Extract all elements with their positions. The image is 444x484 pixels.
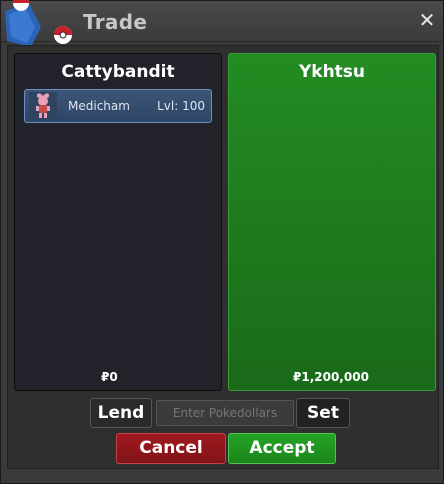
pokemon-level: Lvl: 100 (157, 99, 205, 113)
close-icon[interactable]: ✕ (417, 10, 437, 30)
right-player-name: Ykhtsu (298, 62, 366, 82)
right-money-amount: ₽1,200,000 (293, 370, 369, 384)
offered-pokemon-item[interactable]: Medicham Lvl: 100 (24, 89, 212, 123)
title-bar[interactable]: Trade ✕ (1, 0, 443, 47)
medicham-sprite-icon (29, 92, 57, 120)
left-money-amount: ₽0 (101, 370, 118, 384)
accept-button[interactable]: Accept (228, 433, 336, 464)
pokemon-name: Medicham (68, 99, 130, 113)
partner-offer-panel: Ykhtsu ₽1,200,000 (228, 53, 436, 391)
set-button[interactable]: Set (296, 398, 350, 428)
lend-button[interactable]: Lend (90, 398, 152, 428)
trade-window: Trade ✕ Cattybandit Medicham Lvl: 100 ₽0… (0, 0, 444, 484)
pokeball-logo-icon (5, 0, 72, 47)
window-title: Trade (83, 10, 148, 34)
pokedollars-input[interactable] (156, 400, 294, 426)
cancel-button[interactable]: Cancel (116, 433, 226, 464)
trade-content: Cattybandit Medicham Lvl: 100 ₽0 Ykhtsu … (7, 45, 439, 469)
your-offer-panel: Cattybandit Medicham Lvl: 100 ₽0 (14, 53, 222, 391)
left-player-name: Cattybandit (61, 62, 175, 82)
